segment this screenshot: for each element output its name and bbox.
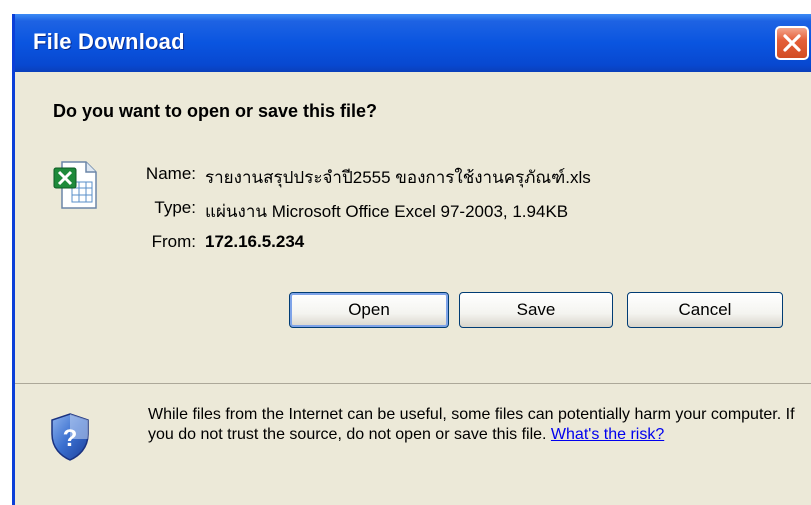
close-button[interactable] [775, 26, 809, 60]
window-title: File Download [33, 29, 185, 54]
file-from-value: 172.16.5.234 [205, 232, 305, 251]
file-name-label: Name: [145, 164, 196, 183]
warning-message: While files from the Internet can be use… [148, 405, 798, 445]
cancel-button[interactable]: Cancel [627, 292, 783, 328]
svg-text:?: ? [63, 425, 78, 452]
file-name-value: รายงานสรุปประจำปี2555 ของการใช้งานครุภัณ… [205, 168, 591, 187]
shield-question-icon: ? [48, 412, 92, 467]
warning-text: While files from the Internet can be use… [148, 406, 795, 443]
file-download-dialog: File Download Do you want to open or sav… [12, 14, 811, 505]
title-bar[interactable]: File Download [15, 14, 811, 72]
open-button[interactable]: Open [289, 292, 449, 328]
dialog-question: Do you want to open or save this file? [53, 101, 378, 121]
save-button[interactable]: Save [459, 292, 613, 328]
excel-file-icon [52, 160, 100, 215]
whats-the-risk-link[interactable]: What's the risk? [551, 426, 664, 443]
file-from-label: From: [151, 232, 196, 251]
close-icon [783, 34, 801, 52]
file-type-label: Type: [154, 198, 196, 217]
warning-panel [15, 386, 811, 505]
file-type-value: แผ่นงาน Microsoft Office Excel 97-2003, … [205, 202, 569, 221]
